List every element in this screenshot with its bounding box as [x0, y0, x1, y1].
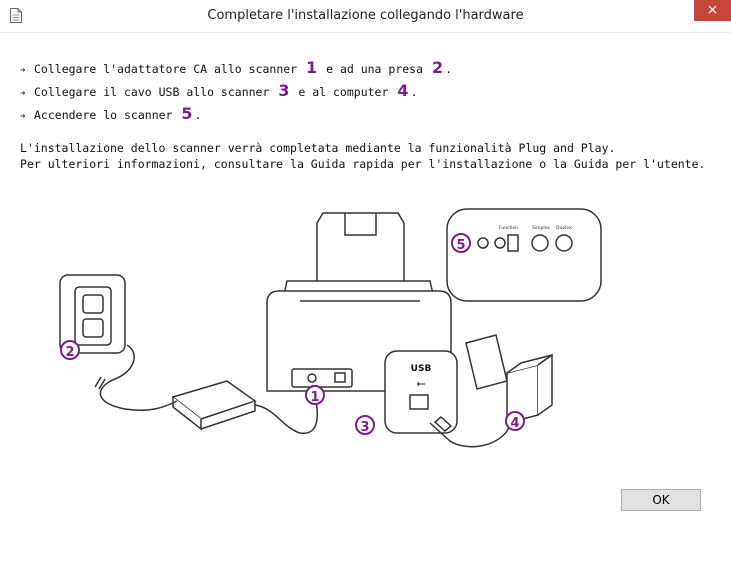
close-button[interactable]: ×	[694, 0, 731, 21]
callout-2: 2	[60, 340, 80, 360]
usb-symbol-icon: ⭠	[416, 376, 426, 390]
power-adapter-illustration	[171, 380, 257, 431]
step-number: 3	[278, 81, 290, 100]
callout-4-label: 4	[510, 416, 519, 431]
step-text: Accendere lo scanner	[34, 108, 180, 122]
duplex-label: Duplex	[556, 225, 572, 231]
callout-2-label: 2	[65, 345, 74, 360]
instruction-step-3: ➜ Accendere lo scanner 5.	[20, 102, 720, 125]
instruction-list: ➜ Collegare l'adattatore CA allo scanner …	[20, 56, 720, 125]
computer-illustration	[465, 334, 553, 424]
callout-4: 4	[505, 411, 525, 431]
window-title: Completare l'installazione collegando l'…	[207, 8, 524, 23]
step-text: .	[194, 108, 202, 122]
callout-1: 1	[305, 385, 325, 405]
callout-5: 5	[451, 233, 471, 253]
step-number: 4	[397, 81, 409, 100]
simplex-label: Simplex	[532, 225, 550, 231]
callout-5-label: 5	[456, 238, 465, 253]
step-text: .	[445, 62, 453, 76]
close-icon: ×	[706, 2, 719, 18]
step-number: 5	[181, 104, 193, 123]
info-line-1: L'installazione dello scanner verrà comp…	[20, 141, 616, 155]
step-number: 1	[306, 58, 318, 77]
callout-3: 3	[355, 415, 375, 435]
title-bar: Completare l'installazione collegando l'…	[0, 0, 731, 33]
arrow-bullet-icon: ➜	[20, 112, 26, 122]
instruction-step-1: ➜ Collegare l'adattatore CA allo scanner …	[20, 56, 720, 79]
step-text: Collegare il cavo USB allo scanner	[34, 85, 277, 99]
step-text: .	[410, 85, 418, 99]
info-line-2: Per ulteriori informazioni, consultare l…	[20, 157, 706, 171]
function-label: Function	[499, 225, 518, 231]
step-text: e al computer	[291, 85, 396, 99]
info-text: L'installazione dello scanner verrà comp…	[20, 140, 720, 172]
connection-diagram: USB ⭠ Function Simplex Duplex 1 2 3 4 5	[59, 208, 602, 448]
step-text: e ad una presa	[319, 62, 430, 76]
step-text: Collegare l'adattatore CA allo scanner	[34, 62, 305, 76]
callout-3-label: 3	[360, 420, 369, 435]
step-number: 2	[431, 58, 444, 77]
callout-1-label: 1	[310, 390, 319, 405]
power-switch-inset	[446, 208, 602, 302]
ok-button[interactable]: OK	[621, 489, 701, 511]
usb-label: USB	[411, 364, 432, 374]
instruction-step-2: ➜ Collegare il cavo USB allo scanner 3 e …	[20, 79, 720, 102]
